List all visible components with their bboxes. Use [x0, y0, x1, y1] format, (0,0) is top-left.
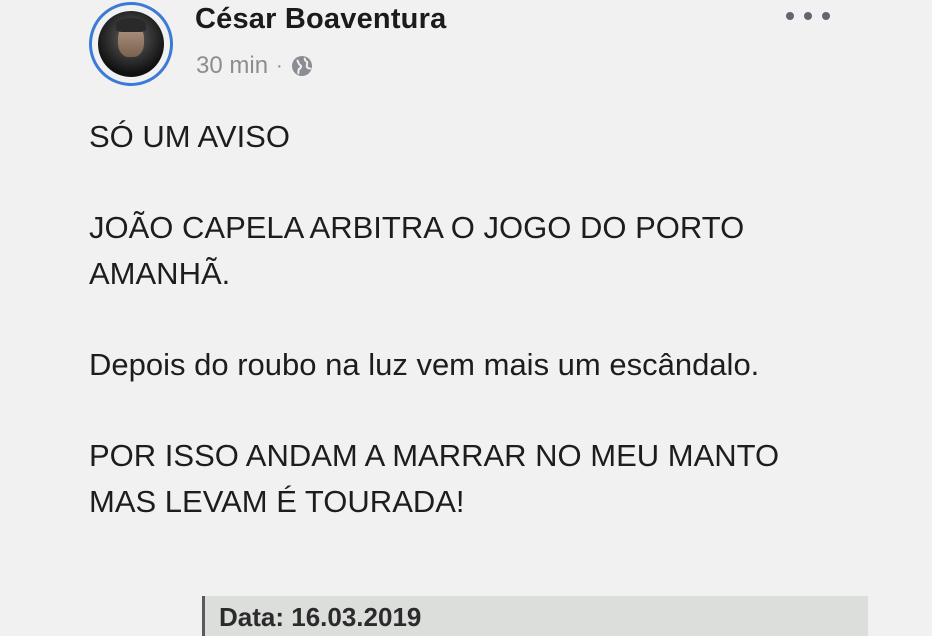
- avatar-image: [98, 11, 164, 77]
- more-dot: [804, 12, 812, 20]
- avatar-hair: [116, 18, 146, 32]
- post-paragraph: SÓ UM AVISO: [89, 119, 290, 154]
- attached-image[interactable]: Data: 16.03.2019: [202, 596, 868, 636]
- avatar[interactable]: [89, 2, 173, 86]
- more-dot: [822, 12, 830, 20]
- meta-separator: ·: [276, 54, 283, 77]
- post-meta: 30 min ·: [196, 51, 314, 81]
- post-paragraph: Depois do roubo na luz vem mais um escân…: [89, 347, 760, 382]
- author-name[interactable]: César Boaventura: [195, 0, 446, 38]
- post-text: SÓ UM AVISO JOÃO CAPELA ARBITRA O JOGO D…: [89, 114, 849, 570]
- facebook-post: César Boaventura 30 min · SÓ UM AVISO JO…: [0, 0, 932, 636]
- more-options-icon[interactable]: [786, 6, 830, 26]
- more-dot: [786, 12, 794, 20]
- globe-icon[interactable]: [290, 54, 314, 78]
- post-timestamp[interactable]: 30 min: [196, 52, 268, 80]
- post-paragraph: POR ISSO ANDAM A MARRAR NO MEU MANTO MAS…: [89, 438, 780, 519]
- post-paragraph: JOÃO CAPELA ARBITRA O JOGO DO PORTO AMAN…: [89, 210, 745, 291]
- attachment-date-text: Data: 16.03.2019: [219, 602, 422, 632]
